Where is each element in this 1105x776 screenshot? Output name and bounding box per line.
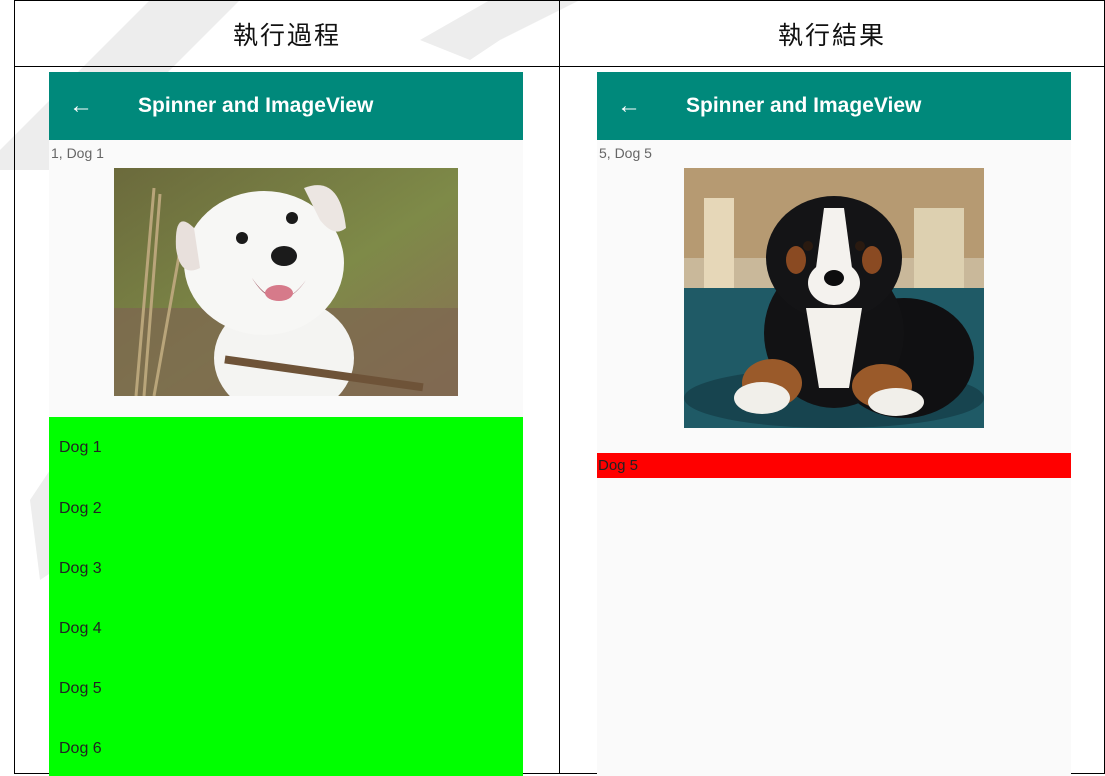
- dropdown-item[interactable]: Dog 1: [49, 417, 523, 479]
- arrow-left-icon[interactable]: ←: [617, 94, 641, 118]
- dropdown-item[interactable]: Dog 2: [49, 479, 523, 539]
- dog-image: [684, 168, 984, 428]
- column-header-process: 執行過程: [14, 0, 560, 67]
- phone-screen-result: ← Spinner and ImageView 5, Dog 5 Dog 5: [597, 72, 1071, 776]
- column-header-result: 執行結果: [559, 0, 1105, 67]
- document-table: 執行過程 執行結果 ← Spinner and ImageView 1, Dog…: [14, 0, 1105, 776]
- dropdown-item[interactable]: Dog 6: [49, 719, 523, 776]
- app-title: Spinner and ImageView: [138, 94, 374, 117]
- selected-text: 1, Dog 1: [51, 145, 104, 161]
- app-title: Spinner and ImageView: [686, 94, 922, 117]
- spinner-selected[interactable]: Dog 5: [597, 453, 1071, 478]
- app-bar: ← Spinner and ImageView: [597, 72, 1071, 140]
- dropdown-item[interactable]: Dog 3: [49, 539, 523, 599]
- app-bar: ← Spinner and ImageView: [49, 72, 523, 140]
- dog-image: [114, 168, 458, 396]
- selected-text: 5, Dog 5: [599, 145, 652, 161]
- process-cell: ← Spinner and ImageView 1, Dog 1 Dog 1 D…: [14, 66, 560, 776]
- dropdown-item[interactable]: Dog 4: [49, 599, 523, 659]
- result-cell: ← Spinner and ImageView 5, Dog 5 Dog 5: [559, 66, 1105, 776]
- phone-screen-process: ← Spinner and ImageView 1, Dog 1 Dog 1 D…: [49, 72, 523, 776]
- spinner-dropdown-list: Dog 1 Dog 2 Dog 3 Dog 4 Dog 5 Dog 6: [49, 417, 523, 776]
- dropdown-item[interactable]: Dog 5: [49, 659, 523, 719]
- arrow-left-icon[interactable]: ←: [69, 94, 93, 118]
